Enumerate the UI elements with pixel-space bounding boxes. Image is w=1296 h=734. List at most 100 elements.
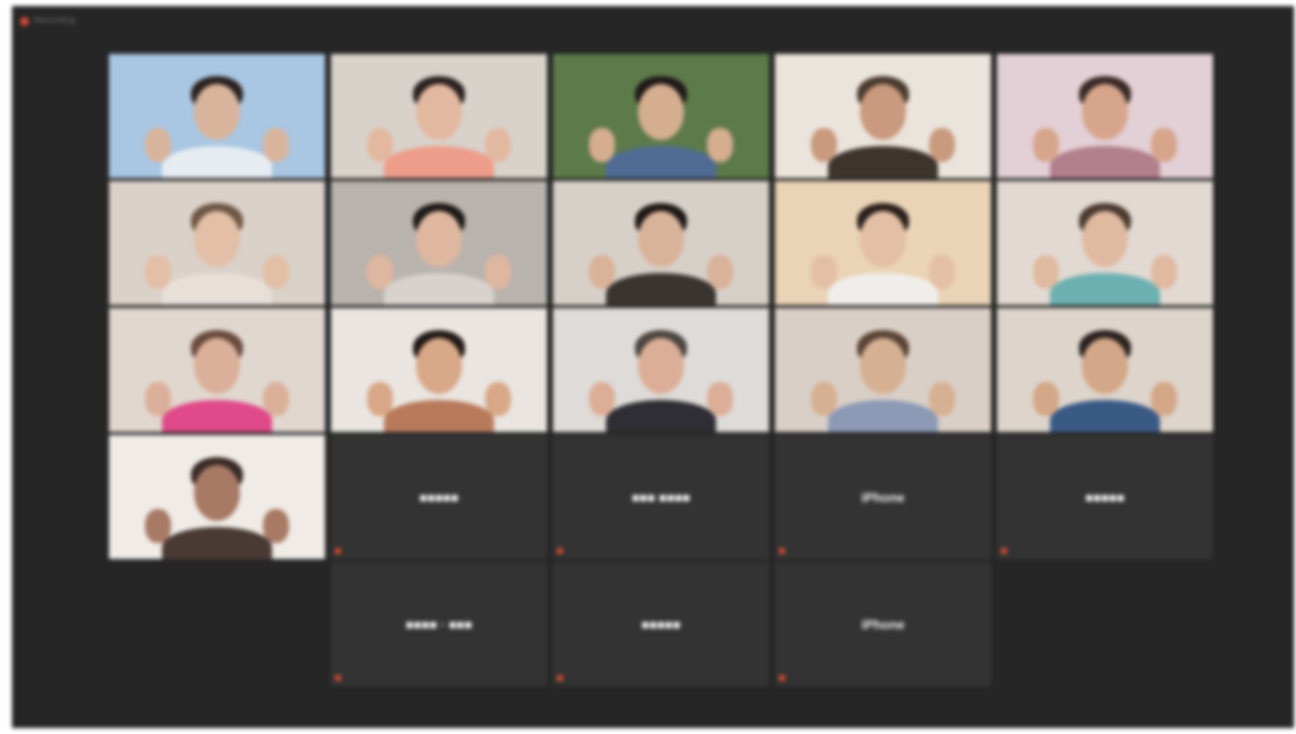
- muted-mic-icon: [779, 675, 785, 681]
- participant-body: [606, 146, 716, 178]
- participant-face: [860, 84, 906, 140]
- muted-mic-icon: [557, 675, 563, 681]
- participant-body: [606, 400, 716, 432]
- participant-name-tile[interactable]: ■■■■■: [997, 435, 1213, 559]
- participant-video-tile[interactable]: [553, 181, 769, 305]
- participant-name: ■■■■■: [1085, 490, 1125, 505]
- participant-body: [384, 273, 494, 305]
- title-bar: Recording: [12, 6, 1294, 38]
- waving-hand: [707, 128, 733, 162]
- meeting-window: Recording ■■■■■ ■■■ ■■■■ iPhone ■■■■■ ■■■■ ·…: [12, 6, 1294, 728]
- participant-video-tile[interactable]: [331, 308, 547, 432]
- participant-face: [638, 211, 684, 267]
- waving-hand: [929, 255, 955, 289]
- waving-hand: [485, 382, 511, 416]
- participant-body: [384, 400, 494, 432]
- participant-video-tile[interactable]: [109, 54, 325, 178]
- participant-name-tile[interactable]: ■■■■ · ■■■: [331, 562, 547, 686]
- participant-face: [416, 338, 462, 394]
- participant-name-tile[interactable]: ■■■■■: [331, 435, 547, 559]
- participant-face: [194, 211, 240, 267]
- participant-video-tile[interactable]: [331, 54, 547, 178]
- participant-video-tile[interactable]: [775, 308, 991, 432]
- waving-hand: [589, 255, 615, 289]
- participant-video-tile[interactable]: [109, 181, 325, 305]
- participant-body: [1050, 273, 1160, 305]
- participant-body: [828, 146, 938, 178]
- participant-body: [606, 273, 716, 305]
- participant-body: [1050, 146, 1160, 178]
- participant-face: [638, 338, 684, 394]
- participant-video-tile[interactable]: [109, 308, 325, 432]
- participant-video-tile[interactable]: [775, 54, 991, 178]
- waving-hand: [263, 255, 289, 289]
- waving-hand: [589, 382, 615, 416]
- participant-name-tile[interactable]: iPhone: [775, 435, 991, 559]
- waving-hand: [263, 128, 289, 162]
- waving-hand: [145, 509, 171, 543]
- waving-hand: [367, 128, 393, 162]
- participant-face: [194, 338, 240, 394]
- participant-name: ■■■ ■■■■: [631, 490, 691, 505]
- record-icon[interactable]: [20, 17, 29, 26]
- muted-mic-icon: [335, 675, 341, 681]
- waving-hand: [707, 382, 733, 416]
- waving-hand: [1151, 382, 1177, 416]
- participant-body: [828, 400, 938, 432]
- muted-mic-icon: [779, 548, 785, 554]
- participant-face: [416, 211, 462, 267]
- waving-hand: [1033, 382, 1059, 416]
- muted-mic-icon: [557, 548, 563, 554]
- participant-name: ■■■■ · ■■■: [405, 617, 473, 632]
- waving-hand: [929, 128, 955, 162]
- participant-face: [1082, 84, 1128, 140]
- participant-face: [860, 211, 906, 267]
- participant-video-tile[interactable]: [553, 308, 769, 432]
- waving-hand: [1151, 255, 1177, 289]
- participant-face: [638, 84, 684, 140]
- waving-hand: [1033, 255, 1059, 289]
- participant-body: [1050, 400, 1160, 432]
- participant-video-tile[interactable]: [775, 181, 991, 305]
- participant-video-tile[interactable]: [997, 54, 1213, 178]
- participant-face: [416, 84, 462, 140]
- waving-hand: [145, 128, 171, 162]
- waving-hand: [1151, 128, 1177, 162]
- participant-video-tile[interactable]: [997, 308, 1213, 432]
- participant-name-tile[interactable]: ■■■■■: [553, 562, 769, 686]
- waving-hand: [485, 128, 511, 162]
- participant-video-tile[interactable]: [109, 435, 325, 559]
- participant-name: ■■■■■: [641, 617, 681, 632]
- participant-video-tile[interactable]: [997, 181, 1213, 305]
- waving-hand: [263, 382, 289, 416]
- waving-hand: [589, 128, 615, 162]
- participant-video-tile[interactable]: [331, 181, 547, 305]
- participant-face: [1082, 211, 1128, 267]
- waving-hand: [145, 382, 171, 416]
- participant-body: [162, 146, 272, 178]
- participant-body: [162, 527, 272, 559]
- participant-face: [194, 84, 240, 140]
- participant-name: iPhone: [861, 490, 905, 505]
- participant-name-tile[interactable]: iPhone: [775, 562, 991, 686]
- waving-hand: [367, 382, 393, 416]
- participant-name: iPhone: [861, 617, 905, 632]
- participant-name-tile[interactable]: ■■■ ■■■■: [553, 435, 769, 559]
- recording-label: Recording: [34, 15, 76, 25]
- waving-hand: [811, 128, 837, 162]
- waving-hand: [811, 255, 837, 289]
- participant-body: [828, 273, 938, 305]
- participant-body: [384, 146, 494, 178]
- waving-hand: [811, 382, 837, 416]
- muted-mic-icon: [335, 548, 341, 554]
- participant-face: [194, 465, 240, 521]
- participant-body: [162, 273, 272, 305]
- waving-hand: [707, 255, 733, 289]
- participant-face: [1082, 338, 1128, 394]
- waving-hand: [929, 382, 955, 416]
- waving-hand: [263, 509, 289, 543]
- muted-mic-icon: [1001, 548, 1007, 554]
- participant-body: [162, 400, 272, 432]
- participant-face: [860, 338, 906, 394]
- participant-video-tile[interactable]: [553, 54, 769, 178]
